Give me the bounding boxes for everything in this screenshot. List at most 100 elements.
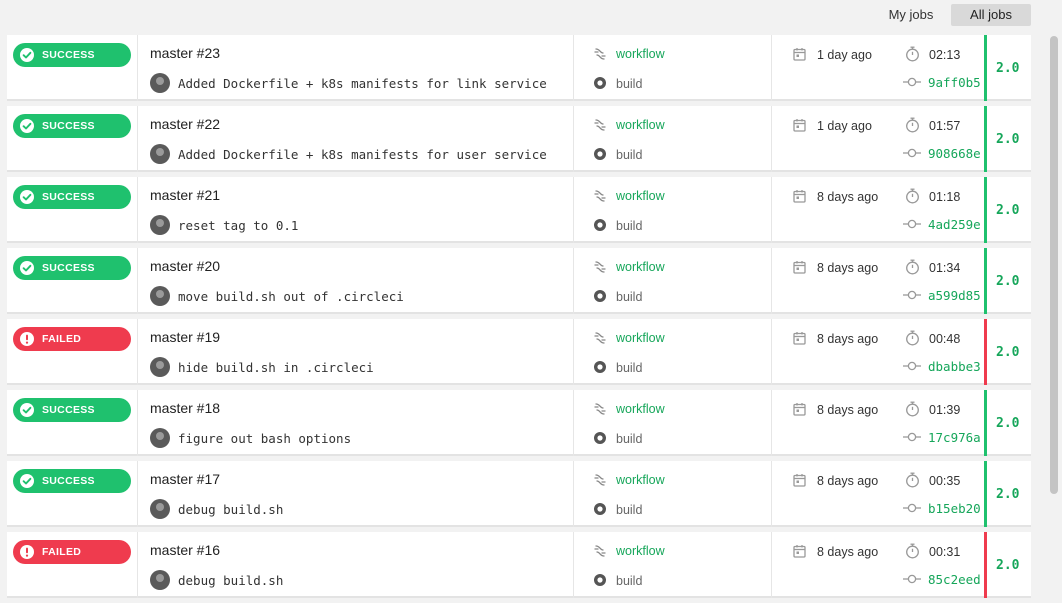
commit-sha-link[interactable]: b15eb20 [928, 501, 981, 516]
status-badge[interactable]: SUCCESS [13, 469, 131, 493]
workflow-link[interactable]: workflow [616, 473, 665, 487]
timing-cell: 8 days ago 01:39 17c976a [772, 390, 984, 456]
workflow-icon [594, 261, 606, 273]
job-row[interactable]: SUCCESS master #21 reset tag to 0.1 work… [7, 177, 1031, 243]
job-title[interactable]: master #17 [150, 471, 220, 487]
job-title[interactable]: master #22 [150, 116, 220, 132]
job-row[interactable]: SUCCESS master #22 Added Dockerfile + k8… [7, 106, 1031, 172]
status-label: FAILED [42, 546, 82, 558]
commit-sha-link[interactable]: 4ad259e [928, 217, 981, 232]
commit-sha-link[interactable]: 17c976a [928, 430, 981, 445]
workflow-link[interactable]: workflow [616, 189, 665, 203]
workflow-cell: workflow build [574, 106, 772, 172]
job-filter-bar: My jobs All jobs [0, 0, 1062, 34]
status-cell: FAILED [7, 319, 138, 385]
version-cell: 2.0 [984, 248, 1031, 314]
version-cell: 2.0 [984, 35, 1031, 101]
job-row[interactable]: SUCCESS master #20 move build.sh out of … [7, 248, 1031, 314]
commit-message: reset tag to 0.1 [178, 218, 299, 233]
status-badge[interactable]: SUCCESS [13, 185, 131, 209]
commit-cell: master #18 figure out bash options [138, 390, 574, 456]
status-badge[interactable]: FAILED [13, 327, 131, 351]
duration: 00:35 [929, 474, 961, 488]
version-cell: 2.0 [984, 106, 1031, 172]
timing-cell: 8 days ago 01:34 a599d85 [772, 248, 984, 314]
duration: 01:57 [929, 119, 961, 133]
scrollbar[interactable] [1048, 34, 1060, 600]
workflow-icon [594, 545, 606, 557]
job-icon [594, 361, 606, 373]
job-icon [594, 574, 606, 586]
all-jobs-filter[interactable]: All jobs [951, 4, 1031, 26]
job-list: SUCCESS master #23 Added Dockerfile + k8… [7, 35, 1031, 603]
status-badge[interactable]: SUCCESS [13, 256, 131, 280]
workflow-link[interactable]: workflow [616, 331, 665, 345]
commit-sha-link[interactable]: a599d85 [928, 288, 981, 303]
status-badge[interactable]: SUCCESS [13, 398, 131, 422]
author-avatar [150, 73, 170, 93]
my-jobs-filter[interactable]: My jobs [878, 4, 944, 26]
commit-icon [903, 574, 921, 584]
workflow-link[interactable]: workflow [616, 544, 665, 558]
job-row[interactable]: SUCCESS master #18 figure out bash optio… [7, 390, 1031, 456]
commit-message: Added Dockerfile + k8s manifests for use… [178, 147, 547, 162]
calendar-icon [793, 190, 806, 203]
workflow-cell: workflow build [574, 35, 772, 101]
check-circle-icon [20, 119, 34, 133]
job-row[interactable]: SUCCESS master #23 Added Dockerfile + k8… [7, 35, 1031, 101]
job-row[interactable]: FAILED master #16 debug build.sh workflo… [7, 532, 1031, 598]
job-title[interactable]: master #19 [150, 329, 220, 345]
job-title[interactable]: master #20 [150, 258, 220, 274]
job-title[interactable]: master #21 [150, 187, 220, 203]
job-row[interactable]: FAILED master #19 hide build.sh in .circ… [7, 319, 1031, 385]
workflow-link[interactable]: workflow [616, 47, 665, 61]
job-icon [594, 290, 606, 302]
job-title[interactable]: master #18 [150, 400, 220, 416]
calendar-icon [793, 261, 806, 274]
config-version: 2.0 [996, 558, 1020, 573]
config-version: 2.0 [996, 61, 1020, 76]
commit-sha-link[interactable]: 85c2eed [928, 572, 981, 587]
timing-cell: 8 days ago 00:35 b15eb20 [772, 461, 984, 527]
config-version: 2.0 [996, 274, 1020, 289]
scrollbar-thumb[interactable] [1050, 36, 1058, 494]
author-avatar [150, 357, 170, 377]
workflow-cell: workflow build [574, 461, 772, 527]
commit-cell: master #21 reset tag to 0.1 [138, 177, 574, 243]
commit-sha-link[interactable]: 908668e [928, 146, 981, 161]
commit-sha-link[interactable]: 9aff0b5 [928, 75, 981, 90]
calendar-icon [793, 119, 806, 132]
job-title[interactable]: master #16 [150, 542, 220, 558]
status-badge[interactable]: SUCCESS [13, 43, 131, 67]
job-name: build [616, 432, 643, 446]
author-avatar [150, 570, 170, 590]
status-badge[interactable]: FAILED [13, 540, 131, 564]
job-icon [594, 77, 606, 89]
stopwatch-icon [906, 543, 919, 559]
commit-cell: master #17 debug build.sh [138, 461, 574, 527]
timing-cell: 8 days ago 00:31 85c2eed [772, 532, 984, 598]
job-title[interactable]: master #23 [150, 45, 220, 61]
status-label: SUCCESS [42, 404, 95, 416]
status-cell: SUCCESS [7, 248, 138, 314]
status-label: SUCCESS [42, 475, 95, 487]
status-cell: FAILED [7, 532, 138, 598]
workflow-link[interactable]: workflow [616, 118, 665, 132]
workflow-cell: workflow build [574, 248, 772, 314]
workflow-link[interactable]: workflow [616, 402, 665, 416]
workflow-icon [594, 190, 606, 202]
version-cell: 2.0 [984, 390, 1031, 456]
commit-cell: master #16 debug build.sh [138, 532, 574, 598]
version-cell: 2.0 [984, 461, 1031, 527]
commit-sha-link[interactable]: dbabbe3 [928, 359, 981, 374]
commit-message: Added Dockerfile + k8s manifests for lin… [178, 76, 547, 91]
job-name: build [616, 219, 643, 233]
commit-cell: master #22 Added Dockerfile + k8s manife… [138, 106, 574, 172]
check-circle-icon [20, 48, 34, 62]
job-row[interactable]: SUCCESS master #17 debug build.sh workfl… [7, 461, 1031, 527]
workflow-link[interactable]: workflow [616, 260, 665, 274]
status-badge[interactable]: SUCCESS [13, 114, 131, 138]
stopwatch-icon [906, 46, 919, 62]
author-avatar [150, 286, 170, 306]
commit-icon [903, 432, 921, 442]
